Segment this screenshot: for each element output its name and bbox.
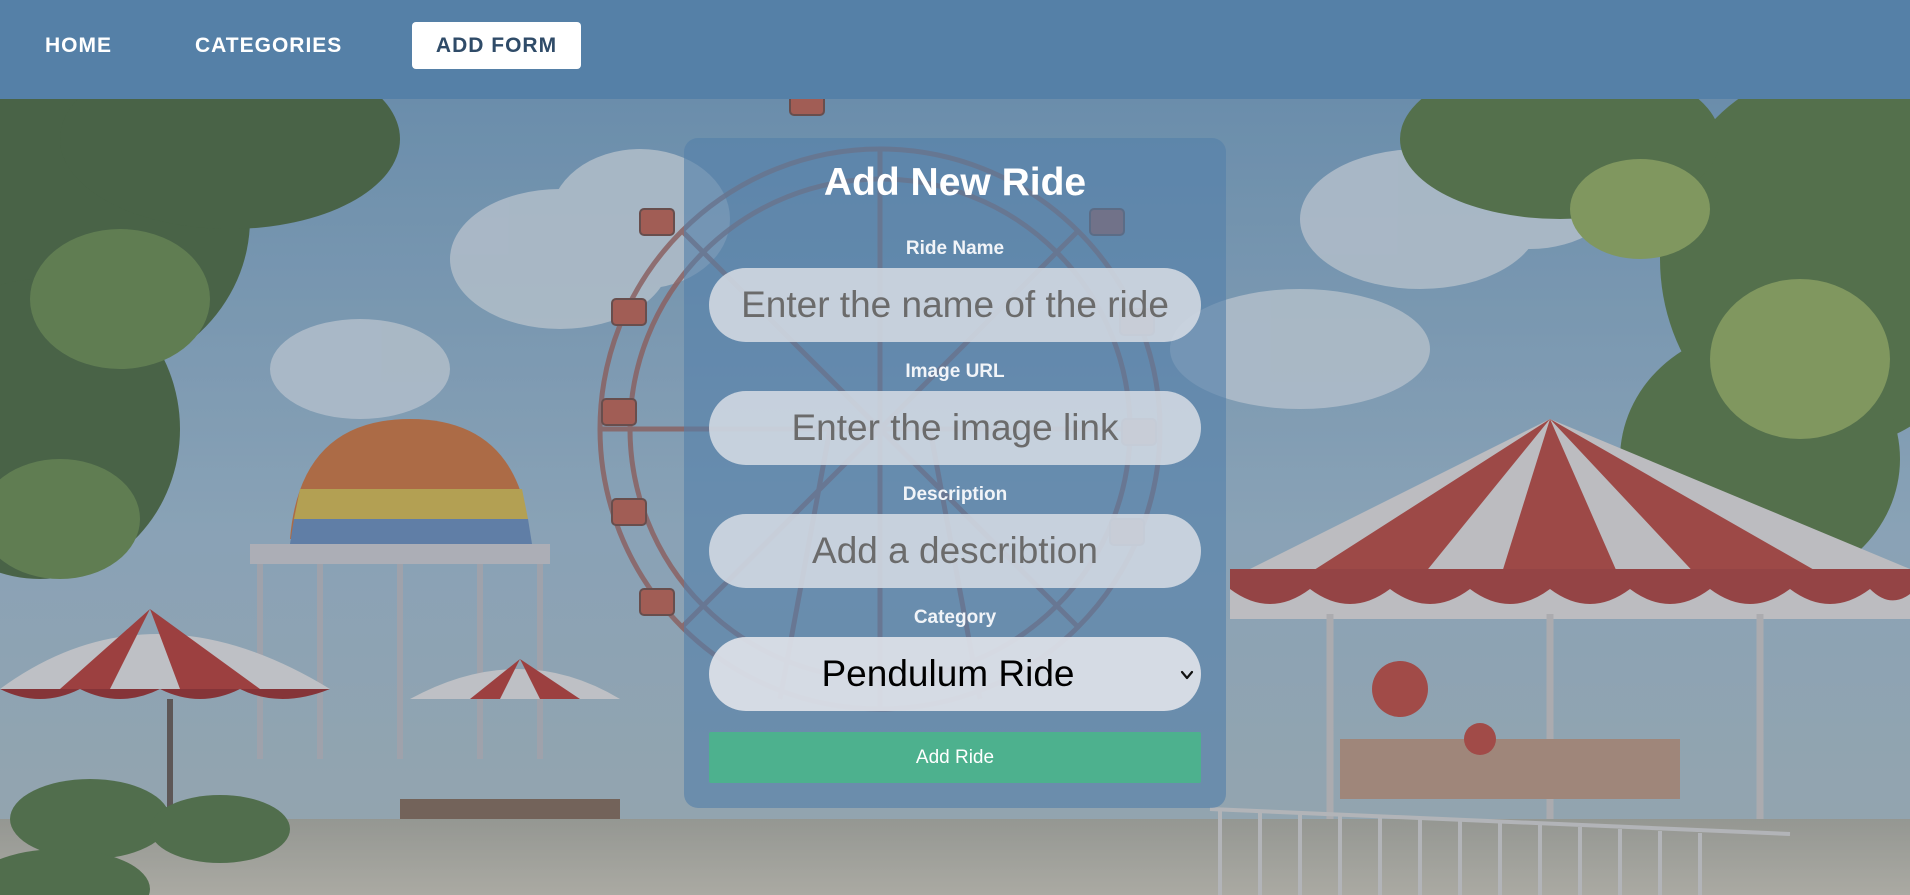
image-url-label: Image URL: [905, 361, 1005, 382]
category-select[interactable]: Pendulum Ride: [709, 637, 1201, 711]
description-input[interactable]: [709, 514, 1201, 588]
description-label: Description: [902, 484, 1008, 505]
ride-name-input[interactable]: [709, 268, 1201, 342]
nav-add-form-link[interactable]: ADD FORM: [412, 22, 581, 69]
add-ride-form-card: Add New Ride Ride Name Image URL Descrip…: [684, 138, 1226, 808]
form-title: Add New Ride: [823, 161, 1087, 204]
chevron-down-icon: [1180, 670, 1194, 680]
category-selected-value: Pendulum Ride: [821, 653, 1075, 694]
image-url-input[interactable]: [709, 391, 1201, 465]
nav-home-link[interactable]: HOME: [45, 22, 112, 69]
nav-categories-link[interactable]: CATEGORIES: [195, 22, 342, 69]
navbar: HOME CATEGORIES ADD FORM: [0, 0, 1910, 99]
category-label: Category: [913, 607, 997, 628]
add-ride-button[interactable]: Add Ride: [709, 732, 1201, 783]
ride-name-label: Ride Name: [905, 238, 1005, 259]
